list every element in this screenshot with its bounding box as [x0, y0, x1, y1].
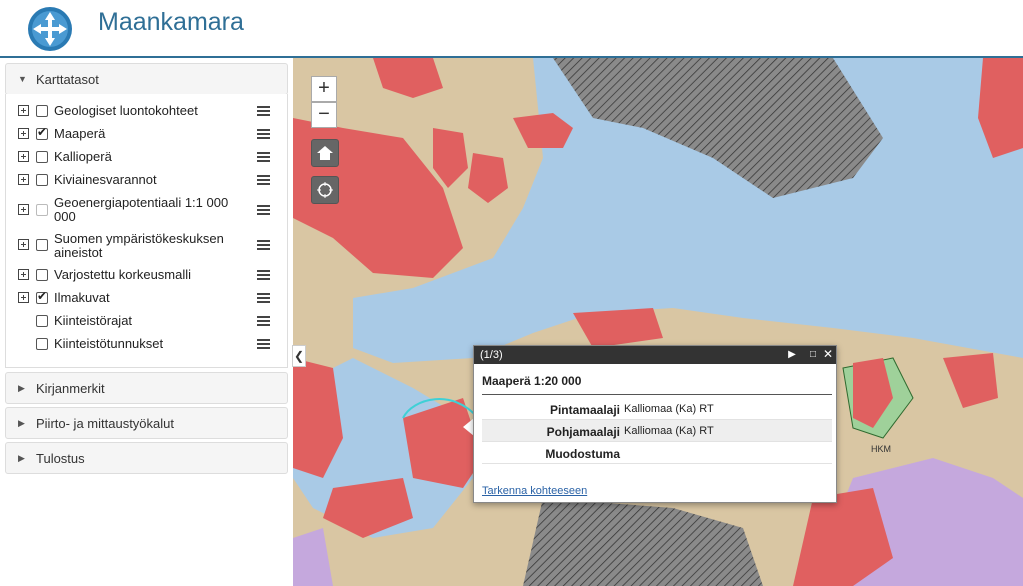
layer-checkbox[interactable] — [36, 315, 48, 327]
globe-logo-icon[interactable] — [27, 6, 73, 52]
layer-checkbox — [36, 204, 48, 216]
info-popup: (1/3) ▶ □ ✕ Maaperä 1:20 000 Pintamaalaj… — [473, 345, 837, 503]
zoom-in-button[interactable]: + — [311, 76, 337, 102]
layer-checkbox[interactable] — [36, 269, 48, 281]
expand-plus-icon[interactable] — [18, 151, 29, 162]
expand-plus-icon[interactable] — [18, 128, 29, 139]
layer-checkbox[interactable] — [36, 338, 48, 350]
attribute-value: Kalliomaa (Ka) RT — [624, 425, 714, 437]
next-arrow-icon[interactable]: ▶ — [786, 348, 798, 361]
attribute-value: Kalliomaa (Ka) RT — [624, 403, 714, 415]
layer-checkbox[interactable] — [36, 289, 48, 304]
section-piirto[interactable]: ▶ Piirto- ja mittaustyökalut — [5, 407, 288, 439]
layer-name: Kallioperä — [54, 149, 112, 164]
caret-right-icon: ▶ — [18, 453, 25, 463]
layer-list: Geologiset luontokohteet Maaperä Kalliop… — [5, 94, 288, 368]
hamburger-menu-icon[interactable] — [257, 339, 270, 349]
home-icon — [317, 146, 333, 160]
home-button[interactable] — [311, 139, 339, 167]
expand-plus-icon[interactable] — [18, 239, 29, 250]
layer-name: Geoenergiapotentiaali 1:1 000 000 — [54, 195, 229, 224]
section-label: Kirjanmerkit — [36, 381, 105, 396]
hamburger-menu-icon[interactable] — [257, 175, 270, 185]
collapse-sidebar-button[interactable]: ❮ — [292, 345, 306, 367]
section-label: Tulostus — [36, 451, 85, 466]
hamburger-menu-icon[interactable] — [257, 152, 270, 162]
caret-right-icon: ▶ — [18, 418, 25, 428]
layer-name: Varjostettu korkeusmalli — [54, 267, 192, 282]
popup-header: (1/3) ▶ □ ✕ — [474, 346, 836, 364]
caret-right-icon: ▶ — [18, 383, 25, 393]
app-title: Maankamara — [98, 8, 244, 36]
map-layers: HKM — [293, 58, 1023, 586]
attribute-row: Muodostuma — [482, 442, 832, 464]
maximize-icon[interactable]: □ — [807, 348, 819, 361]
hamburger-menu-icon[interactable] — [257, 270, 270, 280]
app-header: Maankamara — [0, 0, 1023, 58]
hamburger-menu-icon[interactable] — [257, 205, 270, 215]
layer-name: Suomen ympäristökeskuksen aineistot — [54, 231, 224, 260]
expand-plus-icon[interactable] — [18, 204, 29, 215]
attribute-key: Muodostuma — [545, 447, 620, 461]
zoom-to-feature-link[interactable]: Tarkenna kohteeseen — [482, 485, 587, 497]
map-label-hkm: HKM — [871, 444, 891, 454]
section-label: Piirto- ja mittaustyökalut — [36, 416, 174, 431]
attribute-row: Pintamaalaji Kalliomaa (Ka) RT — [482, 398, 832, 420]
layer-name: Maaperä — [54, 126, 106, 141]
layer-name: Kiinteistötunnukset — [54, 336, 164, 351]
section-tulostus[interactable]: ▶ Tulostus — [5, 442, 288, 474]
hamburger-menu-icon[interactable] — [257, 106, 270, 116]
expand-plus-icon[interactable] — [18, 174, 29, 185]
map-view[interactable]: HKM + − — [293, 58, 1023, 586]
divider — [482, 394, 832, 395]
attribute-row: Pohjamaalaji Kalliomaa (Ka) RT — [482, 420, 832, 442]
popup-counter: (1/3) — [480, 349, 503, 361]
layer-checkbox[interactable] — [36, 105, 48, 117]
layer-checkbox[interactable] — [36, 125, 48, 140]
layer-checkbox[interactable] — [36, 151, 48, 163]
section-label: Karttatasot — [36, 72, 99, 87]
section-kirjanmerkit[interactable]: ▶ Kirjanmerkit — [5, 372, 288, 404]
attribute-key: Pintamaalaji — [549, 403, 620, 417]
close-icon[interactable]: ✕ — [822, 348, 834, 361]
expand-plus-icon[interactable] — [18, 292, 29, 303]
layer-name: Kiinteistörajat — [54, 313, 133, 328]
expand-plus-icon[interactable] — [18, 105, 29, 116]
section-karttatasot[interactable]: ▼ Karttatasot — [5, 63, 288, 95]
layer-name: Kiviainesvarannot — [54, 172, 157, 187]
layer-name: Geologiset luontokohteet — [54, 103, 198, 118]
attribute-key: Pohjamaalaji — [546, 425, 620, 439]
hamburger-menu-icon[interactable] — [257, 293, 270, 303]
crosshair-icon — [317, 182, 333, 198]
zoom-out-button[interactable]: − — [311, 102, 337, 128]
sidebar: ▼ Karttatasot Geologiset luontokohteet M… — [0, 58, 294, 586]
caret-down-icon: ▼ — [18, 74, 27, 84]
layer-checkbox[interactable] — [36, 174, 48, 186]
locate-button[interactable] — [311, 176, 339, 204]
hamburger-menu-icon[interactable] — [257, 240, 270, 250]
hamburger-menu-icon[interactable] — [257, 316, 270, 326]
chevron-left-icon: ❮ — [293, 349, 305, 363]
layer-name: Ilmakuvat — [54, 290, 110, 305]
popup-title: Maaperä 1:20 000 — [482, 374, 582, 388]
expand-plus-icon[interactable] — [18, 269, 29, 280]
hamburger-menu-icon[interactable] — [257, 129, 270, 139]
layer-checkbox[interactable] — [36, 239, 48, 251]
